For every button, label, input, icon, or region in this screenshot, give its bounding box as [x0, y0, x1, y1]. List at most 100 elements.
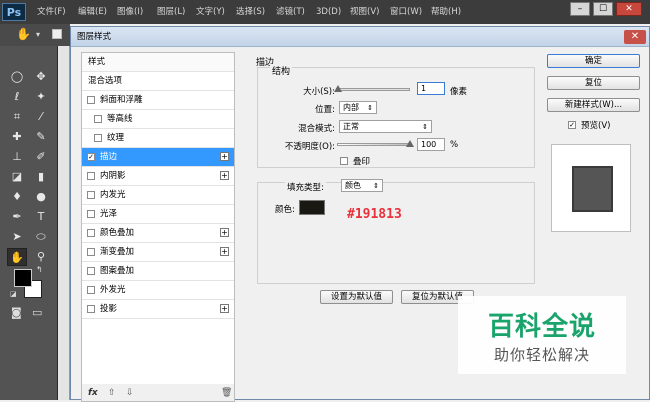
style-checkbox[interactable] [94, 134, 102, 142]
menu-filter[interactable]: 滤镜(T) [276, 0, 305, 24]
styles-header-label: 样式 [88, 57, 106, 67]
stamp-icon[interactable]: ⊥ [7, 148, 27, 166]
menu-layer[interactable]: 图层(L) [157, 0, 185, 24]
overprint-checkbox[interactable] [340, 157, 348, 165]
position-value: 内部 [343, 103, 359, 112]
set-default-button[interactable]: 设置为默认值 [320, 290, 393, 304]
blur-icon[interactable]: ♦ [7, 188, 27, 206]
dodge-icon[interactable]: ● [31, 188, 51, 206]
add-style-icon[interactable]: + [220, 247, 229, 256]
menu-type[interactable]: 文字(Y) [196, 0, 225, 24]
size-unit: 像素 [450, 87, 468, 97]
move-icon[interactable]: ✥ [31, 68, 51, 86]
style-item[interactable]: 光泽 [82, 205, 234, 224]
menu-3d[interactable]: 3D(D) [316, 0, 341, 24]
dialog-title-bar[interactable]: 图层样式 ✕ [71, 27, 649, 47]
style-checkbox[interactable] [87, 286, 95, 294]
reset-button[interactable]: 复位 [547, 76, 640, 90]
move-up-icon[interactable]: ⇧ [108, 384, 116, 402]
foreground-color-swatch[interactable] [14, 269, 32, 287]
pen-icon[interactable]: ✒ [7, 208, 27, 226]
zoom-icon[interactable]: ⚲ [31, 248, 51, 266]
add-style-icon[interactable]: + [220, 171, 229, 180]
healing-icon[interactable]: ✚ [7, 128, 27, 146]
photoshop-logo: Ps [2, 3, 26, 21]
style-checkbox[interactable] [87, 229, 95, 237]
fill-type-select[interactable]: 颜色 ⇕ [341, 179, 383, 192]
type-icon[interactable]: T [31, 208, 51, 226]
crop-icon[interactable]: ⌗ [7, 108, 27, 126]
menu-help[interactable]: 帮助(H) [431, 0, 461, 24]
brush-icon[interactable]: ✎ [31, 128, 51, 146]
add-style-icon[interactable]: + [220, 228, 229, 237]
move-down-icon[interactable]: ⇩ [126, 384, 134, 402]
style-checkbox[interactable] [87, 96, 95, 104]
shape-icon[interactable]: ⬭ [31, 228, 51, 246]
screen-mode-icon[interactable]: ▭ [32, 306, 42, 319]
stroke-color-swatch[interactable] [299, 200, 325, 215]
menu-select[interactable]: 选择(S) [236, 0, 265, 24]
style-checkbox[interactable] [87, 210, 95, 218]
style-item[interactable]: 内发光 [82, 186, 234, 205]
style-checkbox[interactable]: ✓ [87, 153, 95, 161]
maximize-button[interactable]: ☐ [593, 2, 613, 16]
option-checkbox[interactable] [52, 29, 62, 39]
chevron-down-icon[interactable]: ▾ [36, 30, 40, 39]
trash-icon[interactable]: 🗑 [221, 384, 232, 402]
marquee-icon[interactable]: ◯ [7, 68, 27, 86]
swap-colors-icon[interactable]: ↰ [36, 265, 43, 274]
size-slider-thumb[interactable] [334, 85, 342, 92]
default-colors-icon[interactable]: ◪ [10, 290, 17, 298]
blend-mode-select[interactable]: 正常 ⇕ [339, 120, 432, 133]
style-item[interactable]: 渐变叠加 + [82, 243, 234, 262]
size-slider[interactable] [337, 88, 410, 91]
menu-file[interactable]: 文件(F) [37, 0, 66, 24]
style-item[interactable]: 斜面和浮雕 [82, 91, 234, 110]
opacity-input[interactable]: 100 [417, 138, 445, 151]
style-checkbox[interactable] [87, 248, 95, 256]
new-style-button[interactable]: 新建样式(W)... [547, 98, 640, 112]
menu-edit[interactable]: 编辑(E) [78, 0, 107, 24]
add-style-icon[interactable]: + [220, 304, 229, 313]
ok-button[interactable]: 确定 [547, 54, 640, 68]
lasso-icon[interactable]: ℓ [7, 88, 27, 106]
style-checkbox[interactable] [87, 191, 95, 199]
style-item[interactable]: 外发光 [82, 281, 234, 300]
eraser-icon[interactable]: ◪ [7, 168, 27, 186]
style-item[interactable]: 等高线 [82, 110, 234, 129]
opacity-slider-thumb[interactable] [406, 140, 414, 147]
style-checkbox[interactable] [87, 172, 95, 180]
magic-wand-icon[interactable]: ✦ [31, 88, 51, 106]
style-item[interactable]: 纹理 [82, 129, 234, 148]
menu-window[interactable]: 窗口(W) [390, 0, 422, 24]
style-item[interactable]: 内阴影 + [82, 167, 234, 186]
style-item[interactable]: 颜色叠加 + [82, 224, 234, 243]
menu-image[interactable]: 图像(I) [117, 0, 143, 24]
style-item[interactable]: ✓ 描边 + [82, 148, 234, 167]
fx-icon[interactable]: fx [88, 384, 98, 402]
history-brush-icon[interactable]: ✐ [31, 148, 51, 166]
position-select[interactable]: 内部 ⇕ [339, 101, 377, 114]
preview-checkbox[interactable]: ✓ [568, 121, 576, 129]
size-input[interactable]: 1 [417, 82, 445, 95]
menu-view[interactable]: 视图(V) [350, 0, 379, 24]
styles-header[interactable]: 样式 [82, 53, 234, 72]
eyedropper-icon[interactable]: ⁄ [31, 108, 51, 126]
path-select-icon[interactable]: ➤ [7, 228, 27, 246]
style-item-label: 光泽 [100, 209, 118, 219]
style-checkbox[interactable] [87, 267, 95, 275]
blend-options-item[interactable]: 混合选项 [82, 72, 234, 91]
style-item[interactable]: 投影 + [82, 300, 234, 319]
hand-tool-option-icon[interactable]: ✋ [16, 27, 31, 41]
style-checkbox[interactable] [87, 305, 95, 313]
add-style-icon[interactable]: + [220, 152, 229, 161]
style-item[interactable]: 图案叠加 [82, 262, 234, 281]
style-checkbox[interactable] [94, 115, 102, 123]
quick-mask-icon[interactable]: ◙ [11, 306, 22, 319]
close-window-button[interactable]: ✕ [616, 2, 642, 16]
hand-icon[interactable]: ✋ [7, 248, 27, 266]
dialog-close-button[interactable]: ✕ [624, 30, 646, 44]
gradient-icon[interactable]: ▮ [31, 168, 51, 186]
opacity-slider[interactable] [337, 143, 410, 146]
minimize-button[interactable]: – [570, 2, 590, 16]
